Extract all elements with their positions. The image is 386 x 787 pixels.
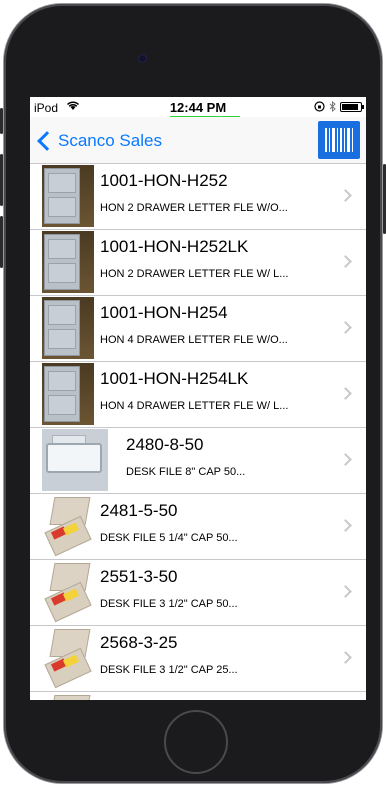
- chevron-right-icon: [339, 255, 352, 268]
- list-item[interactable]: 1001-HON-H252LK HON 2 DRAWER LETTER FLE …: [30, 230, 366, 296]
- front-camera: [138, 54, 147, 63]
- list-item[interactable]: 2568-3-25 DESK FILE 3 1/2" CAP 25...: [30, 626, 366, 692]
- item-sku: 2551-3-50: [100, 567, 178, 586]
- navigation-bar: Scanco Sales: [30, 117, 366, 164]
- volume-down-button: [0, 216, 3, 268]
- item-description: HON 2 DRAWER LETTER FLE W/O...: [100, 202, 288, 214]
- product-thumbnail: [42, 429, 108, 491]
- battery-icon: [340, 101, 364, 112]
- chevron-right-icon: [339, 387, 352, 400]
- item-sku: 1001-HON-H252: [100, 171, 228, 190]
- barcode-icon: [325, 128, 353, 152]
- item-description: HON 4 DRAWER LETTER FLE W/O...: [100, 334, 288, 346]
- product-list: 1001-HON-H252 HON 2 DRAWER LETTER FLE W/…: [30, 164, 366, 700]
- chevron-right-icon: [339, 321, 352, 334]
- item-sku: 2481-5-50: [100, 501, 178, 520]
- item-description: DESK FILE 3 1/2" CAP 50...: [100, 598, 238, 610]
- chevron-right-icon: [339, 519, 352, 532]
- back-button[interactable]: Scanco Sales: [36, 131, 162, 151]
- product-thumbnail: [42, 495, 94, 557]
- product-thumbnail: [42, 297, 94, 359]
- chevron-left-icon: [37, 131, 57, 151]
- item-description: DESK FILE 8" CAP 50...: [126, 466, 246, 478]
- chevron-right-icon: [339, 189, 352, 202]
- product-thumbnail: [42, 561, 94, 623]
- bluetooth-icon: [329, 101, 336, 112]
- app-screen: iPod 12:44 PM connected Scanco Sales: [30, 97, 366, 700]
- product-thumbnail: [42, 363, 94, 425]
- product-thumbnail: [42, 627, 94, 689]
- item-description: HON 4 DRAWER LETTER FLE W/ L...: [100, 400, 289, 412]
- product-thumbnail: [42, 231, 94, 293]
- product-thumbnail: [42, 693, 94, 700]
- home-button[interactable]: [164, 710, 228, 774]
- chevron-right-icon: [339, 651, 352, 664]
- product-thumbnail: [42, 165, 94, 227]
- list-item-partial[interactable]: [30, 692, 366, 700]
- item-sku: 2568-3-25: [100, 633, 178, 652]
- list-item[interactable]: 2481-5-50 DESK FILE 5 1/4" CAP 50...: [30, 494, 366, 560]
- list-item[interactable]: 2551-3-50 DESK FILE 3 1/2" CAP 50...: [30, 560, 366, 626]
- volume-up-button: [0, 154, 3, 206]
- list-item[interactable]: 1001-HON-H254LK HON 4 DRAWER LETTER FLE …: [30, 362, 366, 428]
- item-sku: 2480-8-50: [126, 435, 204, 454]
- list-item[interactable]: 2480-8-50 DESK FILE 8" CAP 50...: [30, 428, 366, 494]
- barcode-scan-button[interactable]: [318, 121, 360, 159]
- orientation-lock-icon: [314, 101, 325, 112]
- chevron-right-icon: [339, 585, 352, 598]
- back-button-label: Scanco Sales: [58, 131, 162, 150]
- mute-switch: [0, 108, 3, 134]
- list-item[interactable]: 1001-HON-H254 HON 4 DRAWER LETTER FLE W/…: [30, 296, 366, 362]
- item-sku: 1001-HON-H254: [100, 303, 228, 322]
- item-sku: 1001-HON-H254LK: [100, 369, 249, 388]
- item-description: DESK FILE 5 1/4" CAP 50...: [100, 532, 238, 544]
- chevron-right-icon: [339, 453, 352, 466]
- status-bar: iPod 12:44 PM connected: [30, 97, 366, 125]
- list-item[interactable]: 1001-HON-H252 HON 2 DRAWER LETTER FLE W/…: [30, 164, 366, 230]
- item-sku: 1001-HON-H252LK: [100, 237, 249, 256]
- item-description: HON 2 DRAWER LETTER FLE W/ L...: [100, 268, 289, 280]
- item-description: DESK FILE 3 1/2" CAP 25...: [100, 664, 238, 676]
